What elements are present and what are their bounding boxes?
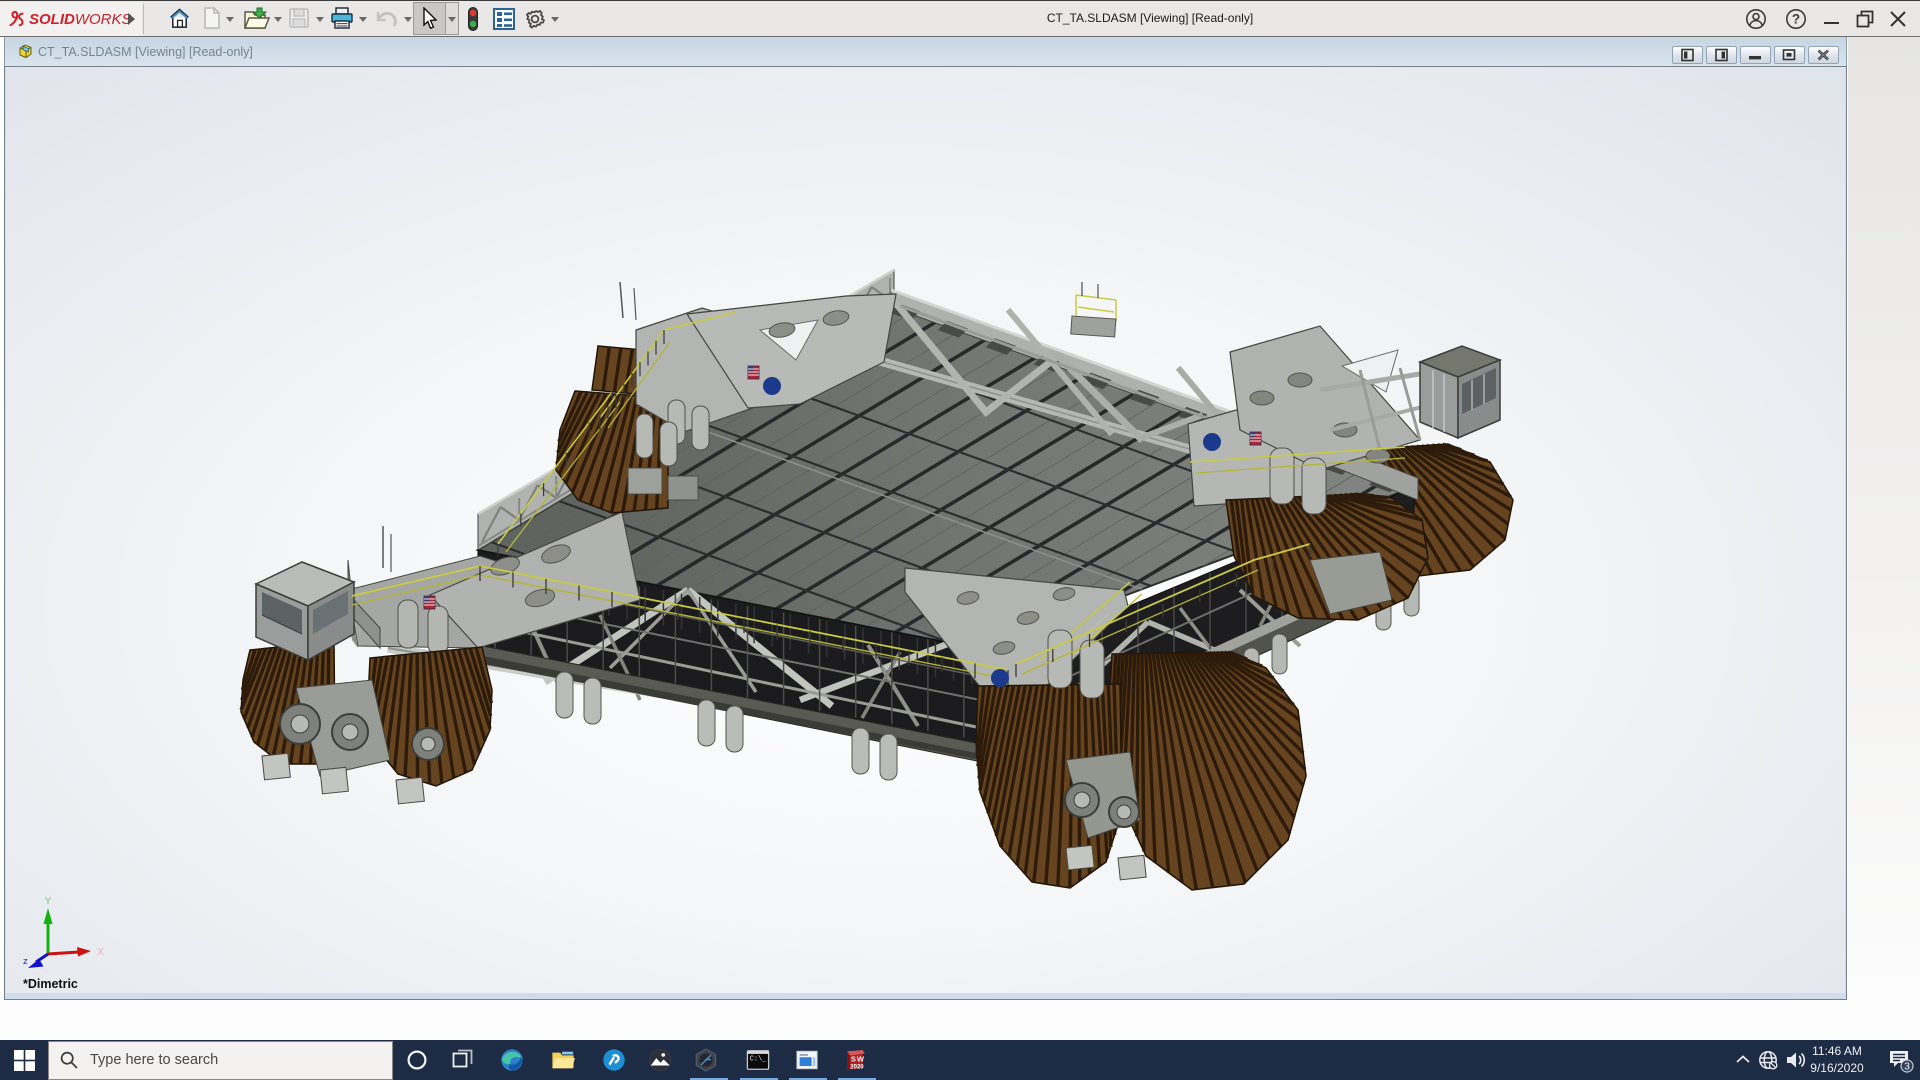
svg-text:S: S [851,1055,856,1064]
svg-text:C:\_: C:\_ [750,1055,767,1063]
svg-text:W: W [857,1055,865,1064]
svg-text:3: 3 [1904,1062,1910,1073]
svg-text:X: X [97,946,104,958]
svg-text:2020: 2020 [850,1065,864,1071]
svg-text:z: z [23,956,28,967]
svg-text:Y: Y [45,895,52,907]
svg-text:?: ? [1792,12,1800,27]
